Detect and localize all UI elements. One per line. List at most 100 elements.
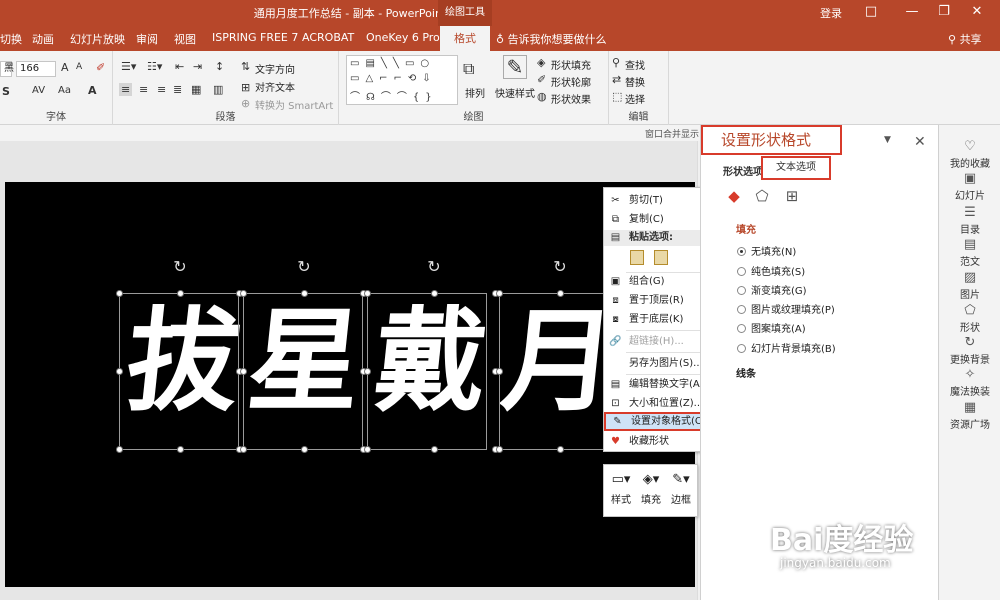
tab-animations[interactable]: 动画 [32, 31, 54, 47]
replace-label[interactable]: 替换 [625, 74, 645, 89]
tab-review[interactable]: 审阅 [136, 31, 158, 47]
text-direction-label[interactable]: 文字方向 [255, 61, 295, 76]
login-button[interactable]: 登录 [820, 5, 842, 21]
slide-canvas[interactable]: 拔 星 戴 月 ↻ ↻ ↻ ↻ [5, 182, 695, 587]
decrease-indent-icon[interactable]: ⇤ [175, 60, 184, 73]
resize-handle[interactable] [240, 368, 247, 375]
clear-format-icon[interactable]: ✐ [96, 61, 105, 74]
minimize-icon[interactable]: — [897, 0, 927, 26]
bullets-icon[interactable]: ☰▾ [121, 60, 136, 73]
tab-format[interactable]: 格式 [440, 26, 490, 51]
increase-indent-icon[interactable]: ⇥ [193, 60, 202, 73]
fill-option-pattern[interactable]: 图案填充(A) [737, 320, 806, 335]
quick-styles-icon[interactable]: ✎ [503, 55, 527, 79]
sidebar-item-resources[interactable]: ▦ 资源广场 [939, 400, 1000, 431]
tab-text-options[interactable]: 文本选项 [761, 156, 831, 180]
mini-fill-button[interactable]: ◈▾ 填充 [636, 469, 666, 515]
arrange-icon[interactable]: ⧉ [463, 59, 474, 79]
rotate-handle-1[interactable]: ↻ [171, 258, 189, 276]
fill-option-picture[interactable]: 图片或纹理填充(P) [737, 301, 835, 316]
replace-icon[interactable]: ⇄ [612, 73, 621, 86]
font-color-icon[interactable]: A [88, 84, 97, 97]
change-case-icon[interactable]: Aa [58, 85, 71, 96]
resize-handle[interactable] [177, 290, 184, 297]
shape-fill-icon[interactable]: ◈ [537, 56, 545, 69]
shape-outline-label[interactable]: 形状轮廓 [551, 74, 591, 89]
tell-me-search[interactable]: ♁ 告诉我你想要做什么 [496, 31, 607, 47]
shadow-icon[interactable]: S [2, 85, 10, 98]
distribute-icon[interactable]: ▦ [191, 83, 201, 96]
paste-option-keep-icon[interactable] [630, 250, 644, 265]
sidebar-item-picture[interactable]: ▨ 图片 [939, 270, 1000, 301]
tab-shape-options[interactable]: 形状选项 [723, 163, 763, 178]
select-label[interactable]: 选择 [625, 91, 645, 106]
align-text-label[interactable]: 对齐文本 [255, 79, 295, 94]
text-direction-icon[interactable]: ⇅ [241, 60, 250, 73]
mini-style-button[interactable]: ▭▾ 样式 [606, 469, 636, 515]
resize-handle[interactable] [240, 290, 247, 297]
align-left-icon[interactable]: ≡ [119, 83, 133, 96]
pane-close-icon[interactable]: ✕ [914, 134, 926, 150]
shrink-font-icon[interactable]: A [76, 62, 82, 72]
shape-gallery[interactable]: ▭▤╲╲▭○ ▭△⌐⌐⟲⇩ ⌒☊⌒⌒{} [346, 55, 458, 105]
font-size-box[interactable]: 166 [16, 61, 56, 77]
char-spacing-icon[interactable]: AV [32, 85, 45, 96]
effects-icon[interactable]: ⬠ [753, 187, 771, 205]
grow-font-icon[interactable]: A [61, 61, 69, 74]
rotate-handle-2[interactable]: ↻ [295, 258, 313, 276]
columns-icon[interactable]: ▥ [213, 83, 223, 96]
fill-line-icon[interactable]: ◆ [725, 187, 743, 205]
sidebar-item-magic[interactable]: ✧ 魔法换装 [939, 367, 1000, 398]
resize-handle[interactable] [177, 446, 184, 453]
resize-handle[interactable] [496, 290, 503, 297]
resize-handle[interactable] [431, 446, 438, 453]
resize-handle[interactable] [364, 446, 371, 453]
justify-icon[interactable]: ≣ [173, 83, 182, 96]
size-properties-icon[interactable]: ⊞ [783, 187, 801, 205]
close-icon[interactable]: ✕ [962, 0, 992, 26]
sidebar-item-slides[interactable]: ▣ 幻灯片 [939, 171, 1000, 202]
resize-handle[interactable] [116, 446, 123, 453]
resize-handle[interactable] [496, 446, 503, 453]
quick-styles-label[interactable]: 快速样式 [495, 85, 535, 100]
tab-acrobat[interactable]: ACROBAT [302, 31, 354, 44]
resize-handle[interactable] [496, 368, 503, 375]
find-label[interactable]: 查找 [625, 57, 645, 72]
tab-onekey[interactable]: OneKey 6 Pro [366, 31, 440, 44]
align-right-icon[interactable]: ≡ [157, 83, 166, 96]
share-button[interactable]: ⚲ 共享 [948, 31, 982, 47]
numbering-icon[interactable]: ☷▾ [147, 60, 162, 73]
mini-border-button[interactable]: ✎▾ 边框 [666, 469, 696, 515]
shape-effects-icon[interactable]: ◍ [537, 90, 547, 103]
shape-fill-label[interactable]: 形状填充 [551, 57, 591, 72]
restore-icon[interactable]: ❐ [929, 0, 959, 26]
sidebar-item-background[interactable]: ↻ 更换背景 [939, 335, 1000, 366]
tab-view[interactable]: 视图 [174, 31, 196, 47]
font-name-box[interactable]: 黑 [0, 61, 14, 77]
line-spacing-icon[interactable]: ↕ [215, 60, 224, 73]
fill-section-header[interactable]: 填充 [736, 221, 756, 236]
resize-handle[interactable] [364, 368, 371, 375]
shape-effects-label[interactable]: 形状效果 [551, 91, 591, 106]
shape-outline-icon[interactable]: ✐ [537, 73, 546, 86]
fill-option-solid[interactable]: 纯色填充(S) [737, 263, 805, 278]
align-text-icon[interactable]: ⊞ [241, 81, 250, 94]
resize-handle[interactable] [557, 446, 564, 453]
line-section-header[interactable]: 线条 [736, 365, 756, 380]
paste-option-picture-icon[interactable] [654, 250, 668, 265]
resize-handle[interactable] [557, 290, 564, 297]
window-merge-toggle[interactable]: 窗口合并显示 [645, 127, 699, 140]
tab-ispring[interactable]: ISPRING FREE 7 [212, 31, 298, 44]
resize-handle[interactable] [116, 368, 123, 375]
select-icon[interactable]: ⬚ [612, 90, 622, 103]
pane-options-icon[interactable]: ▼ [884, 135, 891, 145]
sidebar-item-shape[interactable]: ⬠ 形状 [939, 303, 1000, 334]
sidebar-item-toc[interactable]: ☰ 目录 [939, 205, 1000, 236]
find-icon[interactable]: ⚲ [612, 56, 620, 69]
ribbon-display-icon[interactable]: □ [856, 0, 886, 26]
resize-handle[interactable] [431, 290, 438, 297]
align-center-icon[interactable]: ≡ [139, 83, 148, 96]
fill-option-gradient[interactable]: 渐变填充(G) [737, 282, 807, 297]
resize-handle[interactable] [116, 290, 123, 297]
sidebar-item-favorites[interactable]: ♡ 我的收藏 [939, 139, 1000, 170]
